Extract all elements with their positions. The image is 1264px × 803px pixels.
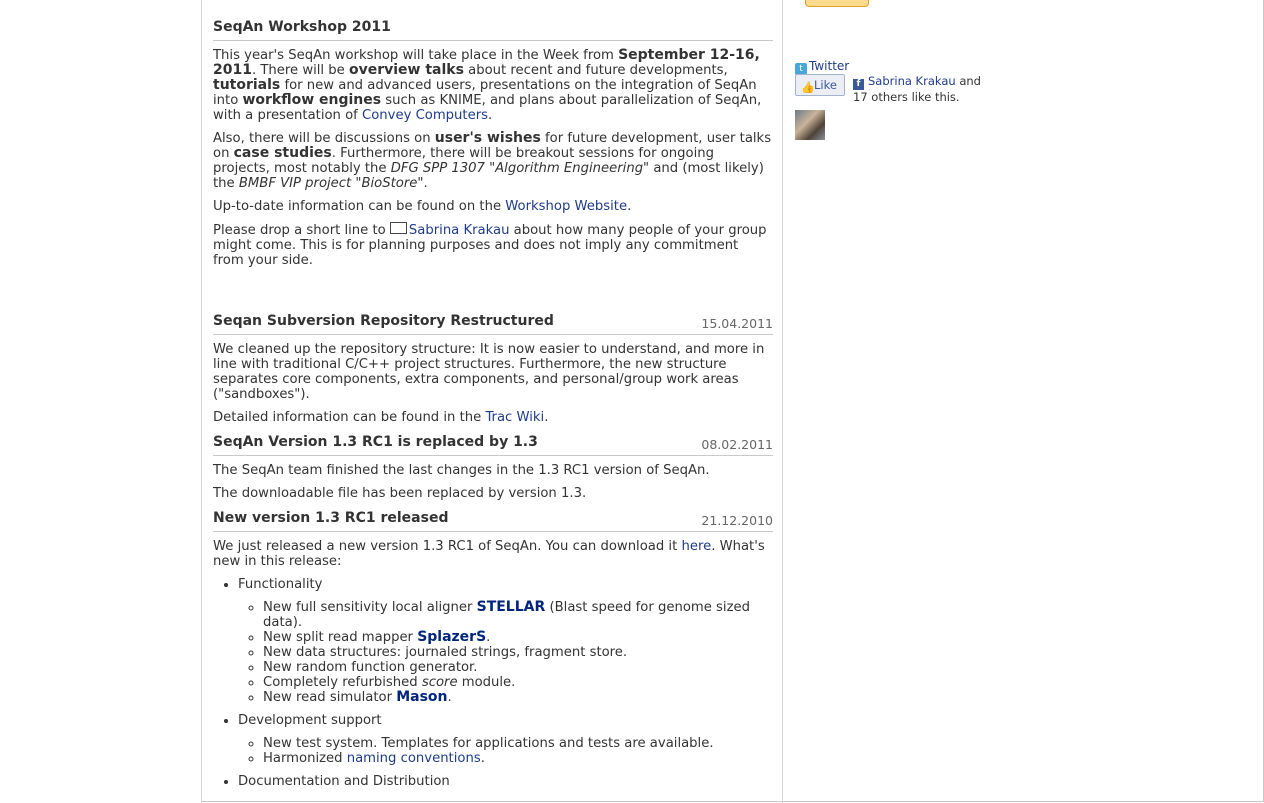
avatar[interactable] [795, 110, 825, 140]
liker-profile-link[interactable]: Sabrina Krakau [868, 74, 956, 88]
post-title: New version 1.3 RC1 released [213, 510, 449, 526]
post-paragraph: Please drop a short line to Sabrina Krak… [213, 222, 767, 268]
post-title: SeqAn Version 1.3 RC1 is replaced by 1.3 [213, 434, 538, 450]
list-item: New test system. Templates for applicati… [263, 736, 773, 751]
main-column: SeqAn Workshop 2011 This year's SeqAn wo… [201, 0, 783, 803]
post-title: SeqAn Workshop 2011 [213, 19, 391, 35]
post-title: Seqan Subversion Repository Restructured [213, 313, 554, 329]
trac-wiki-link[interactable]: Trac Wiki [485, 410, 544, 425]
list-item: Development support New test system. Tem… [238, 713, 773, 766]
stellar-link[interactable]: STELLAR [477, 599, 546, 615]
workshop-website-link[interactable]: Workshop Website [505, 199, 627, 214]
list-item: New data structures: journaled strings, … [263, 645, 773, 660]
list-item: New full sensitivity local aligner STELL… [263, 599, 773, 631]
list-item: Harmonized naming conventions. [263, 751, 773, 766]
post-paragraph: Detailed information can be found in the… [213, 410, 549, 425]
thumbs-up-icon: 👍 [801, 81, 815, 94]
list-item: Completely refurbished score module. [263, 675, 773, 690]
splazers-link[interactable]: SplazerS [417, 629, 486, 645]
release-notes-list: Functionality New full sensitivity local… [213, 577, 773, 789]
mason-link[interactable]: Mason [396, 689, 447, 705]
convey-computers-link[interactable]: Convey Computers [362, 108, 488, 123]
facebook-like-summary: f Sabrina Krakau and 17 others like this. [853, 74, 981, 104]
post-date: 21.12.2010 [701, 513, 773, 528]
list-item: New random function generator. [263, 660, 773, 675]
left-gutter [0, 0, 201, 803]
post-paragraph: We cleaned up the repository structure: … [213, 342, 765, 402]
post-paragraph: The downloadable file has been replaced … [213, 486, 587, 501]
post-paragraph: Up-to-date information can be found on t… [213, 199, 632, 214]
post-header: New version 1.3 RC1 released 21.12.2010 [213, 511, 773, 532]
post-header: SeqAn Workshop 2011 [213, 20, 773, 41]
post-paragraph: We just released a new version 1.3 RC1 o… [213, 539, 765, 569]
right-sidebar: t Twitter 👍 Like f Sabrina Krakau and 17 oth… [784, 0, 1264, 803]
list-item: Documentation and Distribution [238, 774, 773, 789]
post-header: Seqan Subversion Repository Restructured… [213, 314, 773, 335]
facebook-icon: f [853, 79, 864, 90]
mail-icon [389, 222, 407, 234]
news-content: SeqAn Workshop 2011 This year's SeqAn wo… [213, 20, 773, 797]
download-here-link[interactable]: here [681, 539, 711, 554]
dev-support-list: New test system. Templates for applicati… [238, 736, 773, 766]
post-header: SeqAn Version 1.3 RC1 is replaced by 1.3… [213, 435, 773, 456]
post-paragraph: Also, there will be discussions on user'… [213, 130, 772, 192]
twitter-link[interactable]: t Twitter [795, 59, 849, 75]
post-paragraph: The SeqAn team finished the last changes… [213, 463, 710, 478]
post-date: 15.04.2011 [701, 316, 773, 331]
post-paragraph: This year's SeqAn workshop will take pla… [213, 47, 762, 124]
post-date: 08.02.2011 [701, 437, 773, 452]
sabrina-krakau-mail-link[interactable]: Sabrina Krakau [409, 223, 510, 238]
naming-conventions-link[interactable]: naming conventions [347, 751, 481, 766]
facebook-like-button[interactable]: 👍 Like [795, 74, 845, 96]
top-orange-button[interactable] [805, 0, 869, 7]
list-item: New read simulator Mason. [263, 689, 773, 706]
functionality-list: New full sensitivity local aligner STELL… [238, 599, 773, 706]
list-item: Functionality New full sensitivity local… [238, 577, 773, 705]
list-item: New split read mapper SplazerS. [263, 629, 773, 646]
